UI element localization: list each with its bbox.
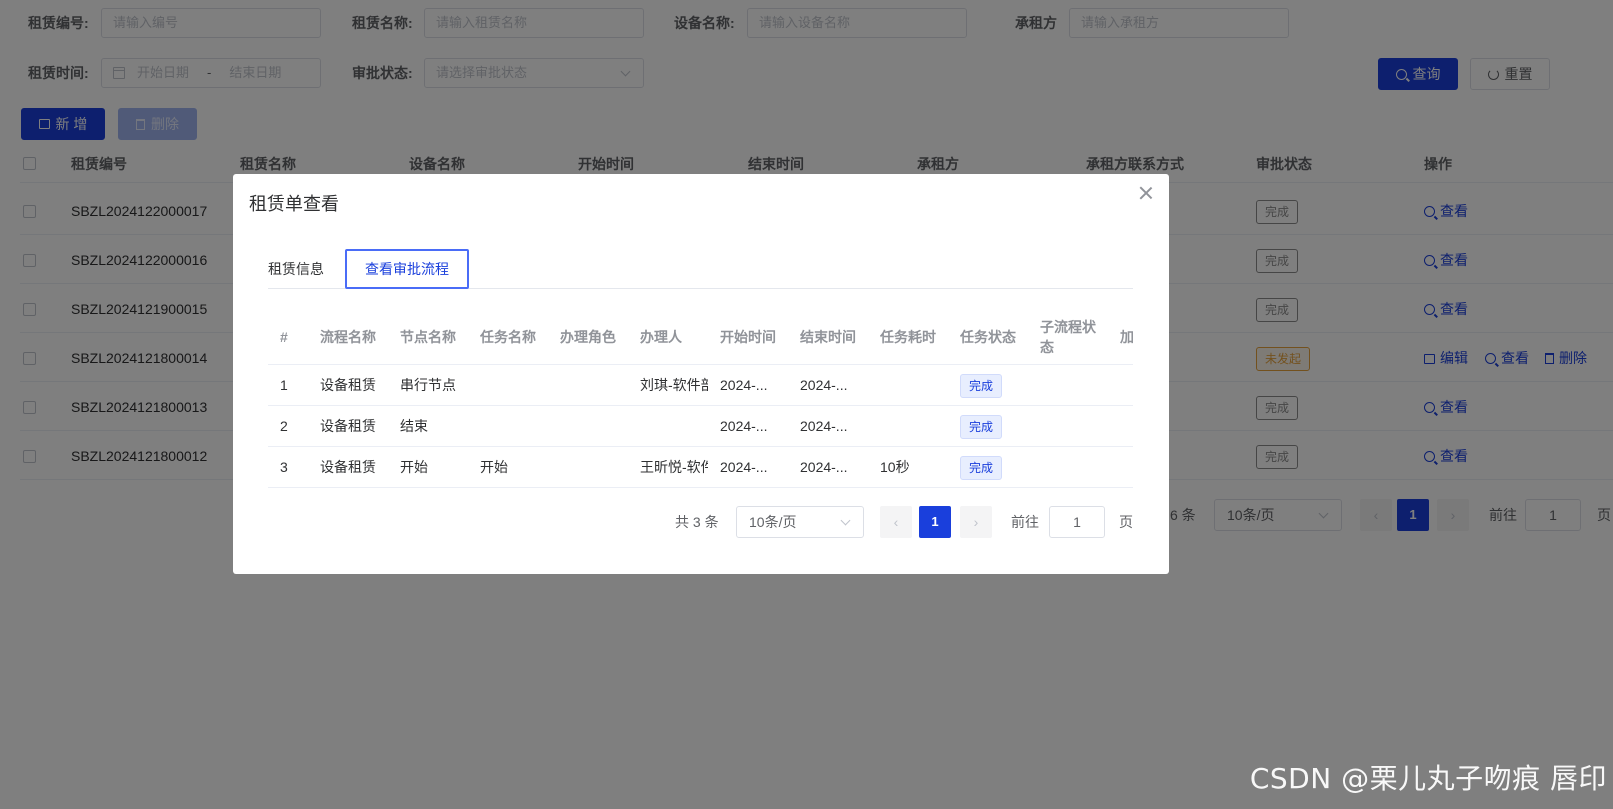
page-unit-label: 页 <box>1119 514 1133 530</box>
role-cell <box>548 365 628 406</box>
flow-name-cell: 设备租赁 <box>320 377 376 393</box>
csdn-watermark: CSDN @栗儿丸子吻痕 唇印 <box>1249 762 1607 795</box>
col-subflow-status: 子流程状 态 <box>1040 319 1096 355</box>
duration-cell <box>868 406 948 447</box>
node-name-cell: 结束 <box>400 418 428 434</box>
col-handler: 办理人 <box>640 329 682 345</box>
task-name-cell <box>468 406 548 447</box>
task-status-badge: 完成 <box>960 374 1003 398</box>
close-icon[interactable] <box>1139 186 1153 200</box>
col-task-duration: 任务耗时 <box>880 329 936 345</box>
task-status-badge: 完成 <box>960 456 1003 480</box>
task-status-badge: 完成 <box>960 415 1003 439</box>
end-time-cell: 2024-... <box>800 418 848 434</box>
page-size-value: 10条/页 <box>749 514 797 530</box>
end-time-cell: 2024-... <box>800 459 848 475</box>
handler-cell: 刘琪-软件部 <box>640 377 708 393</box>
row-index: 1 <box>280 377 288 393</box>
col-task-status: 任务状态 <box>960 329 1016 345</box>
chevron-down-icon <box>840 515 851 526</box>
page-size-select[interactable]: 10条/页 <box>736 506 864 538</box>
row-index: 2 <box>280 418 288 434</box>
task-name-cell <box>468 365 548 406</box>
node-name-cell: 开始 <box>400 459 428 475</box>
duration-cell: 10秒 <box>880 459 910 475</box>
dialog-tabs: 租赁信息 查看审批流程 <box>268 249 1133 289</box>
handler-cell: 王昕悦-软件部 <box>640 459 708 475</box>
end-time-cell: 2024-... <box>800 377 848 393</box>
tab-rental-info[interactable]: 租赁信息 <box>268 249 324 289</box>
handler-cell <box>628 406 708 447</box>
col-index: # <box>280 329 288 345</box>
task-name-cell: 开始 <box>480 459 508 475</box>
goto-page-input[interactable]: 1 <box>1049 506 1105 538</box>
approval-row: 3 设备租赁 开始 开始 王昕悦-软件部 2024-... 2024-... 1… <box>268 447 1133 488</box>
approval-table-header: # 流程名称 节点名称 任务名称 办理角色 办理人 开始时间 结束时间 任务耗时… <box>268 309 1133 365</box>
duration-cell <box>868 365 948 406</box>
rental-view-dialog: 租赁单查看 租赁信息 查看审批流程 # 流程名称 节点名称 任务名称 办理角色 … <box>233 174 1169 574</box>
col-start-time: 开始时间 <box>720 329 776 345</box>
start-time-cell: 2024-... <box>720 418 768 434</box>
col-extra: 加 <box>1120 329 1133 345</box>
approval-flow-table: # 流程名称 节点名称 任务名称 办理角色 办理人 开始时间 结束时间 任务耗时… <box>268 309 1133 488</box>
col-end-time: 结束时间 <box>800 329 856 345</box>
pager-total: 共 3 条 <box>675 514 719 530</box>
row-index: 3 <box>280 459 288 475</box>
next-page-button[interactable]: › <box>960 506 992 538</box>
goto-label: 前往 <box>1011 514 1039 530</box>
start-time-cell: 2024-... <box>720 377 768 393</box>
tab-approval-flow[interactable]: 查看审批流程 <box>345 249 469 289</box>
role-cell <box>548 406 628 447</box>
col-node-name: 节点名称 <box>400 329 456 345</box>
approval-row: 2 设备租赁 结束 2024-... 2024-... 完成 <box>268 406 1133 447</box>
col-flow-name: 流程名称 <box>320 329 376 345</box>
role-cell <box>548 447 628 488</box>
start-time-cell: 2024-... <box>720 459 768 475</box>
dialog-pagination: 共 3 条 10条/页 ‹ 1 › 前往 1 页 <box>233 506 1169 538</box>
prev-page-button[interactable]: ‹ <box>880 506 912 538</box>
col-task-name: 任务名称 <box>480 329 536 345</box>
node-name-cell: 串行节点 <box>400 377 456 393</box>
flow-name-cell: 设备租赁 <box>320 418 376 434</box>
approval-row: 1 设备租赁 串行节点 刘琪-软件部 2024-... 2024-... 完成 <box>268 365 1133 406</box>
dialog-title: 租赁单查看 <box>249 194 339 214</box>
flow-name-cell: 设备租赁 <box>320 459 376 475</box>
col-handler-role: 办理角色 <box>560 329 616 345</box>
current-page[interactable]: 1 <box>919 506 951 538</box>
